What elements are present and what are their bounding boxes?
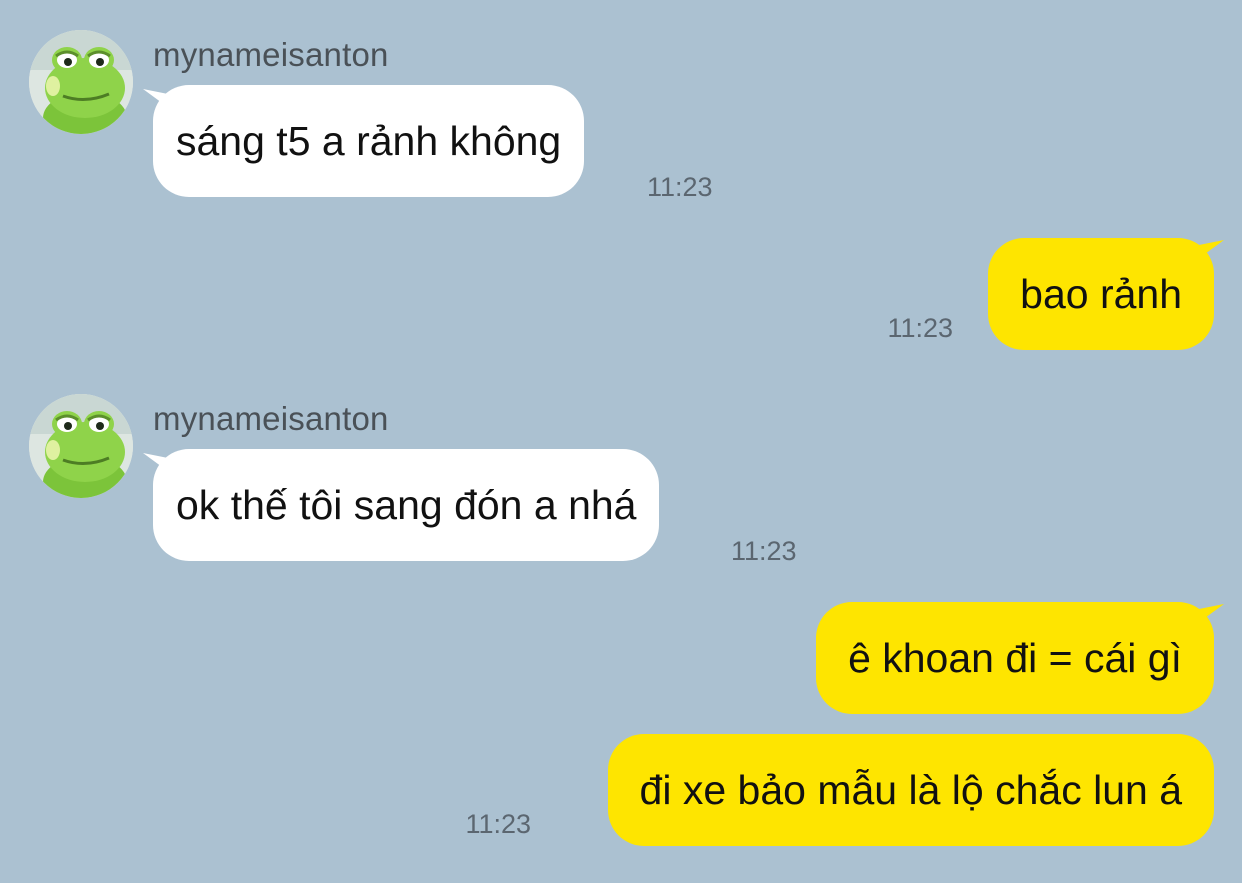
chat-area[interactable]: mynameisanton sáng t5 a rảnh không 11:23… — [0, 0, 1242, 883]
message-bubble-outgoing[interactable]: bao rảnh — [988, 238, 1214, 350]
sender-name: mynameisanton — [153, 36, 389, 73]
message-timestamp: 11:23 — [731, 536, 797, 566]
bubble-tail — [1194, 604, 1224, 626]
dinosaur-avatar-icon — [29, 394, 133, 498]
dinosaur-avatar-icon — [29, 30, 133, 134]
message-timestamp: 11:23 — [647, 172, 713, 202]
sender-avatar[interactable] — [29, 394, 133, 498]
message-timestamp: 11:23 — [465, 809, 531, 839]
message-bubble-incoming[interactable]: sáng t5 a rảnh không — [153, 85, 585, 197]
bubble-tail — [1194, 240, 1224, 262]
message-bubble-outgoing[interactable]: ê khoan đi = cái gì — [816, 602, 1214, 714]
sender-name: mynameisanton — [153, 400, 389, 437]
message-timestamp: 11:23 — [887, 313, 953, 343]
message-bubble-outgoing[interactable]: đi xe bảo mẫu là lộ chắc lun á — [607, 734, 1214, 846]
message-bubble-incoming[interactable]: ok thế tôi sang đón a nhá — [153, 449, 660, 561]
sender-avatar[interactable] — [29, 30, 133, 134]
